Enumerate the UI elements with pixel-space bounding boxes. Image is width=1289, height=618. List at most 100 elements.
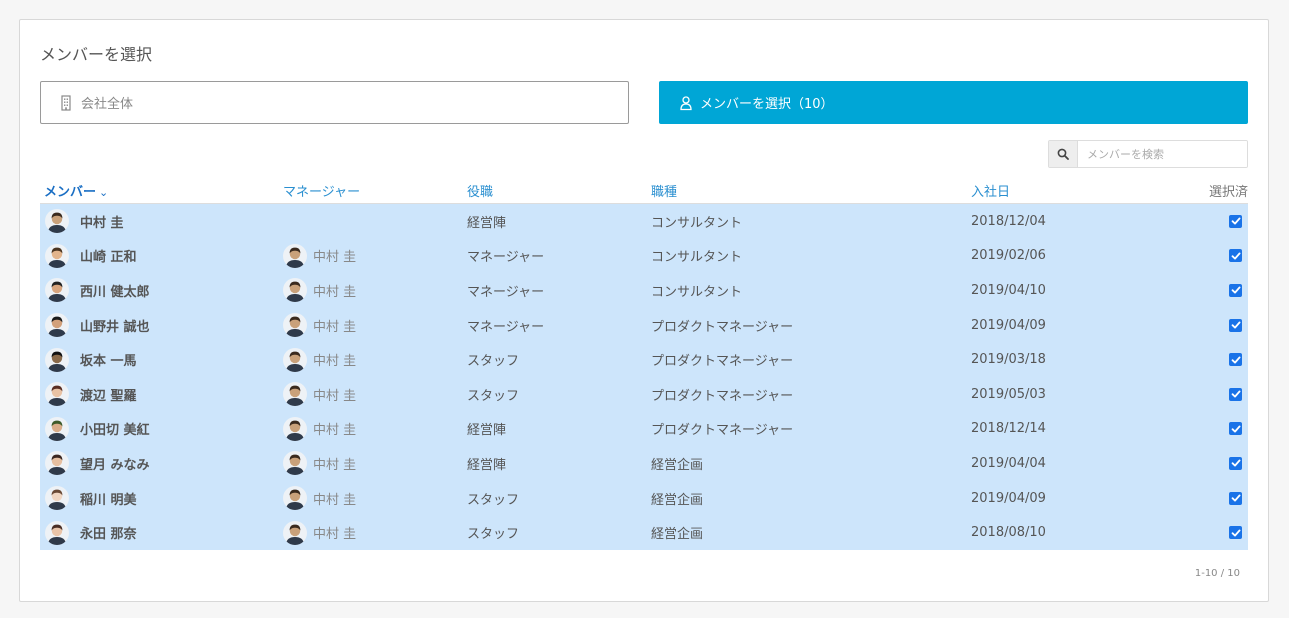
job-cell: コンサルタント: [651, 215, 743, 231]
manager-name: 中村 圭: [313, 319, 357, 335]
selected-cell: [1229, 239, 1242, 274]
member-cell: 西川 健太郎: [45, 273, 150, 308]
avatar: [45, 451, 69, 476]
table-row[interactable]: 坂本 一馬 中村 圭 スタッフ プロダクトマネージャー 2019/03/18: [40, 342, 1248, 377]
selected-cell: [1229, 412, 1242, 447]
manager-avatar: [283, 313, 307, 338]
selected-checkbox[interactable]: [1229, 249, 1242, 263]
panel-title: メンバーを選択: [40, 45, 153, 64]
checkmark-icon: [1231, 529, 1240, 537]
scope-selector[interactable]: 会社全体: [40, 81, 629, 124]
job-cell: プロダクトマネージャー: [651, 319, 794, 335]
column-header-job[interactable]: 職種: [651, 181, 677, 200]
table-row[interactable]: 渡辺 聖羅 中村 圭 スタッフ プロダクトマネージャー 2019/05/03: [40, 377, 1248, 412]
member-search-input[interactable]: [1078, 141, 1247, 167]
manager-name: 中村 圭: [313, 250, 357, 266]
table-row[interactable]: 西川 健太郎 中村 圭 マネージャー コンサルタント 2019/04/10: [40, 273, 1248, 308]
column-header-selected: 選択済: [1208, 185, 1248, 200]
member-cell: 小田切 美紅: [45, 412, 150, 447]
manager-name: 中村 圭: [313, 284, 357, 300]
member-cell: 山野井 誠也: [45, 308, 150, 343]
table-row[interactable]: 永田 那奈 中村 圭 スタッフ 経営企画 2018/08/10: [40, 515, 1248, 550]
selected-checkbox[interactable]: [1229, 387, 1242, 401]
building-icon: [59, 94, 73, 111]
selected-checkbox[interactable]: [1229, 526, 1242, 540]
joined-date-cell: 2019/04/04: [971, 455, 1046, 471]
selected-checkbox[interactable]: [1229, 214, 1242, 228]
table-body: 中村 圭経営陣 コンサルタント 2018/12/04 山崎 正和 中村 圭マネージャーコ…: [40, 204, 1248, 550]
selected-cell: [1229, 204, 1242, 239]
member-cell: 望月 みなみ: [45, 446, 150, 481]
pagination-info: 1-10 / 10: [1194, 568, 1240, 579]
member-cell: 稲川 明美: [45, 481, 137, 516]
select-members-button[interactable]: メンバーを選択（10）: [659, 81, 1248, 124]
selected-cell: [1229, 273, 1242, 308]
chevron-down-icon: ⌄: [99, 186, 109, 199]
manager-avatar: [283, 416, 307, 441]
selected-checkbox[interactable]: [1229, 422, 1242, 436]
column-header-member[interactable]: メンバー ⌄: [44, 181, 108, 200]
column-header-member-label: メンバー: [44, 185, 97, 200]
role-cell: マネージャー: [467, 250, 545, 266]
avatar: [45, 486, 69, 511]
joined-date-cell: 2019/04/10: [971, 282, 1046, 298]
member-table: メンバー ⌄ マネージャー 役職 職種 入社日 選択済 中村 圭経営陣 コンサルタン…: [40, 174, 1248, 550]
member-name: 永田 那奈: [80, 527, 137, 543]
scope-label: 会社全体: [81, 97, 134, 112]
manager-cell: 中村 圭: [283, 446, 356, 481]
manager-cell: 中村 圭: [283, 308, 356, 343]
selected-checkbox[interactable]: [1229, 353, 1242, 367]
selected-checkbox[interactable]: [1229, 318, 1242, 332]
manager-avatar: [283, 486, 307, 511]
job-cell: 経営企画: [651, 457, 704, 473]
manager-name: 中村 圭: [313, 423, 357, 439]
avatar: [45, 382, 69, 407]
table-row[interactable]: 稲川 明美 中村 圭 スタッフ 経営企画 2019/04/09: [40, 481, 1248, 516]
member-cell: 山崎 正和: [45, 239, 137, 274]
member-name: 望月 みなみ: [80, 457, 150, 473]
role-cell: スタッフ: [467, 354, 520, 370]
job-cell: コンサルタント: [651, 284, 743, 300]
column-header-role[interactable]: 役職: [467, 181, 493, 200]
selected-cell: [1229, 446, 1242, 481]
role-cell: 経営陣: [467, 423, 507, 439]
manager-avatar: [283, 451, 307, 476]
selected-cell: [1229, 377, 1242, 412]
joined-date-cell: 2018/12/04: [971, 213, 1046, 229]
avatar: [45, 278, 69, 303]
member-select-panel: メンバーを選択 会社全体 メンバーを選択（10） メンバーを検索 メンバー ⌄ …: [19, 19, 1269, 602]
job-cell: プロダクトマネージャー: [651, 423, 794, 439]
member-name: 山野井 誠也: [80, 319, 150, 335]
selected-checkbox[interactable]: [1229, 491, 1242, 505]
table-row[interactable]: 山野井 誠也 中村 圭 マネージャー プロダクトマネージャー 2019/04/09: [40, 308, 1248, 343]
avatar: [45, 347, 69, 372]
avatar: [45, 520, 69, 545]
member-name: 渡辺 聖羅: [80, 388, 137, 404]
table-row[interactable]: 小田切 美紅 中村 圭 経営陣 プロダクトマネージャー 2018/12/14: [40, 412, 1248, 447]
manager-cell: 中村 圭: [283, 515, 356, 550]
table-header: メンバー ⌄ マネージャー 役職 職種 入社日 選択済: [40, 174, 1248, 204]
manager-avatar: [283, 243, 307, 268]
select-members-label: メンバーを選択（10）: [700, 97, 834, 112]
selected-checkbox[interactable]: [1229, 283, 1242, 297]
column-header-manager[interactable]: マネージャー: [283, 181, 360, 200]
column-header-joined[interactable]: 入社日: [971, 181, 1010, 200]
manager-cell: 中村 圭: [283, 412, 356, 447]
joined-date-cell: 2018/12/14: [971, 421, 1046, 437]
manager-avatar: [283, 520, 307, 545]
table-row[interactable]: 望月 みなみ 中村 圭 経営陣 経営企画 2019/04/04: [40, 446, 1248, 481]
table-row[interactable]: 中村 圭 経営陣 コンサルタント 2018/12/04: [40, 204, 1248, 239]
selected-cell: [1229, 515, 1242, 550]
role-cell: スタッフ: [467, 492, 520, 508]
manager-cell: 中村 圭: [283, 342, 356, 377]
member-name: 稲川 明美: [80, 492, 137, 508]
checkmark-icon: [1231, 459, 1240, 467]
joined-date-cell: 2019/04/09: [971, 317, 1046, 333]
selected-checkbox[interactable]: [1229, 456, 1242, 470]
joined-date-cell: 2019/04/09: [971, 490, 1046, 506]
table-row[interactable]: 山崎 正和 中村 圭 マネージャー コンサルタント 2019/02/06: [40, 239, 1248, 274]
search-icon[interactable]: [1049, 141, 1078, 167]
member-cell: 中村 圭: [45, 204, 124, 239]
job-cell: 経営企画: [651, 527, 704, 543]
member-name: 中村 圭: [80, 215, 124, 231]
